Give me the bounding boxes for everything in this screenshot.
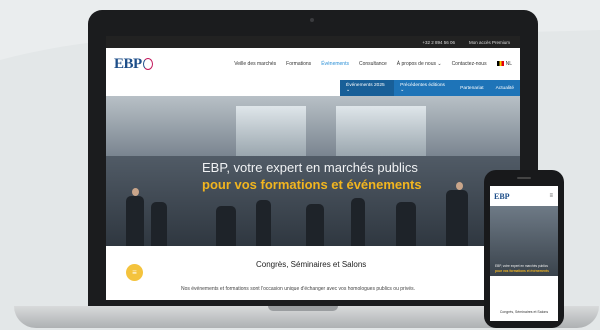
person-shape bbox=[396, 202, 416, 246]
menu-icon[interactable]: ≡ bbox=[549, 193, 553, 199]
phone-number[interactable]: +32 2 894 56 06 bbox=[422, 40, 455, 45]
site-logo[interactable]: EBP bbox=[114, 56, 153, 73]
language-label: NL bbox=[505, 61, 512, 67]
top-bar: +32 2 894 56 06 Mon accès Premium bbox=[106, 36, 520, 48]
phone-frame: EBP ≡ EBP, votre expert en marchés publi… bbox=[484, 170, 564, 328]
hero-banner: EBP, votre expert en marchés publics pou… bbox=[106, 96, 520, 246]
subnav-item-partenariat[interactable]: Partenariat bbox=[454, 80, 489, 96]
hero-ceiling bbox=[106, 96, 520, 156]
laptop-screen: +32 2 894 56 06 Mon accès Premium EBP Ve… bbox=[106, 36, 520, 300]
person-shape bbox=[126, 196, 144, 246]
logo-text: EBP bbox=[114, 55, 142, 72]
phone-section-title: Congrès, Séminaires et Salons bbox=[499, 310, 549, 314]
hero-subtitle: pour vos formations et événements bbox=[202, 177, 422, 192]
logo-mark-icon bbox=[142, 58, 153, 70]
nav-item-consultance[interactable]: Consultance bbox=[359, 61, 387, 67]
nav-item-formations[interactable]: Formations bbox=[286, 61, 311, 67]
phone-hero-title: EBP, votre expert en marchés publics bbox=[495, 264, 548, 268]
subnav-item-actualite[interactable]: Actualité bbox=[490, 80, 520, 96]
person-head bbox=[456, 182, 463, 190]
person-shape bbox=[351, 198, 365, 246]
nav-item-a-propos[interactable]: À propos de nous ⌄ bbox=[397, 61, 442, 67]
section-title: Congrès, Séminaires et Salons bbox=[256, 260, 367, 269]
camera-icon bbox=[310, 18, 314, 22]
hero-title: EBP, votre expert en marchés publics bbox=[202, 160, 418, 175]
phone-speaker bbox=[517, 177, 531, 179]
ticket-icon: ≡ bbox=[132, 268, 137, 277]
person-shape bbox=[216, 206, 236, 246]
hero-window bbox=[236, 106, 306, 156]
phone-logo[interactable]: EBP bbox=[494, 192, 510, 201]
laptop-notch bbox=[268, 306, 338, 311]
nav-item-veille[interactable]: Veille des marchés bbox=[234, 61, 276, 67]
person-shape bbox=[151, 202, 167, 246]
main-nav: Veille des marchés Formations Événements… bbox=[234, 61, 512, 67]
belgium-flag-icon bbox=[496, 61, 504, 67]
person-head bbox=[132, 188, 139, 196]
laptop-frame: +32 2 894 56 06 Mon accès Premium EBP Ve… bbox=[88, 10, 538, 310]
person-shape bbox=[446, 190, 468, 246]
scroll-badge[interactable]: ≡ bbox=[126, 264, 143, 281]
nav-item-contact[interactable]: Contactez-nous bbox=[452, 61, 487, 67]
language-switch[interactable]: NL bbox=[496, 61, 512, 67]
section-text: Nos événements et formations sont l'occa… bbox=[181, 286, 415, 292]
person-shape bbox=[306, 204, 324, 246]
phone-hero: EBP, votre expert en marchés publics pou… bbox=[490, 206, 558, 276]
phone-hero-subtitle: pour vos formations et événements bbox=[495, 269, 549, 273]
hero-window bbox=[336, 106, 426, 156]
phone-screen: EBP ≡ EBP, votre expert en marchés publi… bbox=[490, 186, 558, 321]
subnav-item-precedentes[interactable]: Précédentes éditions ⌄ bbox=[394, 80, 454, 96]
nav-item-evenements[interactable]: Événements bbox=[321, 61, 349, 67]
sub-nav: Événements 2025 ⌄ Précédentes éditions ⌄… bbox=[340, 80, 520, 96]
subnav-item-evenements-2025[interactable]: Événements 2025 ⌄ bbox=[340, 80, 395, 96]
site-header: EBP Veille des marchés Formations Événem… bbox=[106, 48, 520, 80]
premium-link[interactable]: Mon accès Premium bbox=[469, 40, 510, 45]
person-shape bbox=[256, 200, 271, 246]
